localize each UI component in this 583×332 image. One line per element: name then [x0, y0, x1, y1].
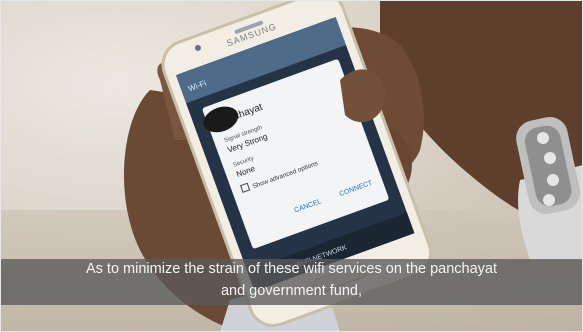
subtitle-line-1: As to minimize the strain of these wifi … [85, 261, 498, 277]
right-thumb [340, 69, 385, 123]
subtitle-line-2: and government fund, [220, 283, 363, 299]
